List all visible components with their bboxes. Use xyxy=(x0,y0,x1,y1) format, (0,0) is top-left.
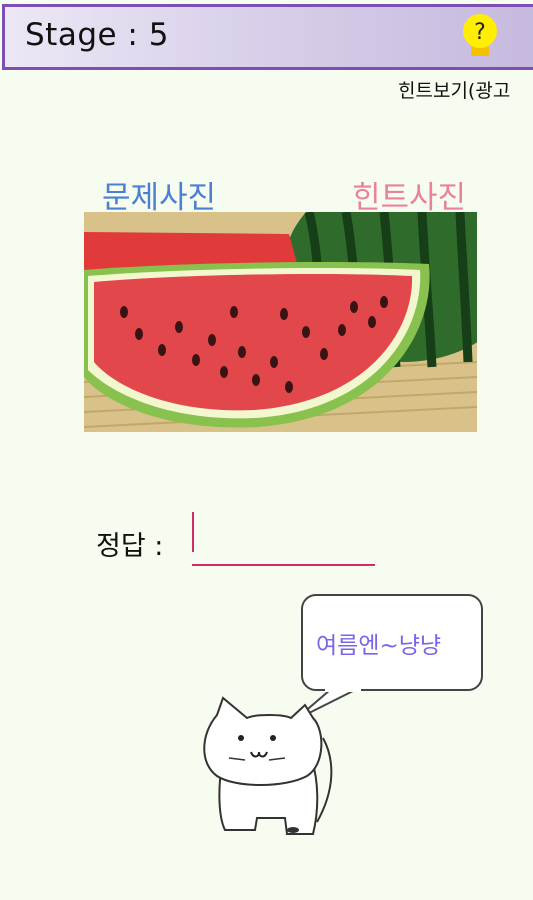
answer-label: 정답 : xyxy=(96,531,164,562)
speech-bubble-text: 여름엔~냥냥 xyxy=(316,633,442,659)
help-glyph: ? xyxy=(474,20,486,45)
problem-photo-label[interactable]: 문제사진 xyxy=(102,172,216,217)
problem-photo xyxy=(84,212,477,432)
text-cursor xyxy=(192,512,194,552)
hint-photo-label[interactable]: 힌트사진 xyxy=(352,172,466,217)
stage-label: Stage : 5 xyxy=(25,17,169,53)
answer-input[interactable] xyxy=(192,510,375,566)
stage-header: Stage : 5 xyxy=(2,4,533,70)
hint-lightbulb-button[interactable]: ? xyxy=(460,12,500,60)
lightbulb-icon: ? xyxy=(463,14,497,56)
view-hint-ad-link[interactable]: 힌트보기(광고 xyxy=(398,76,510,103)
